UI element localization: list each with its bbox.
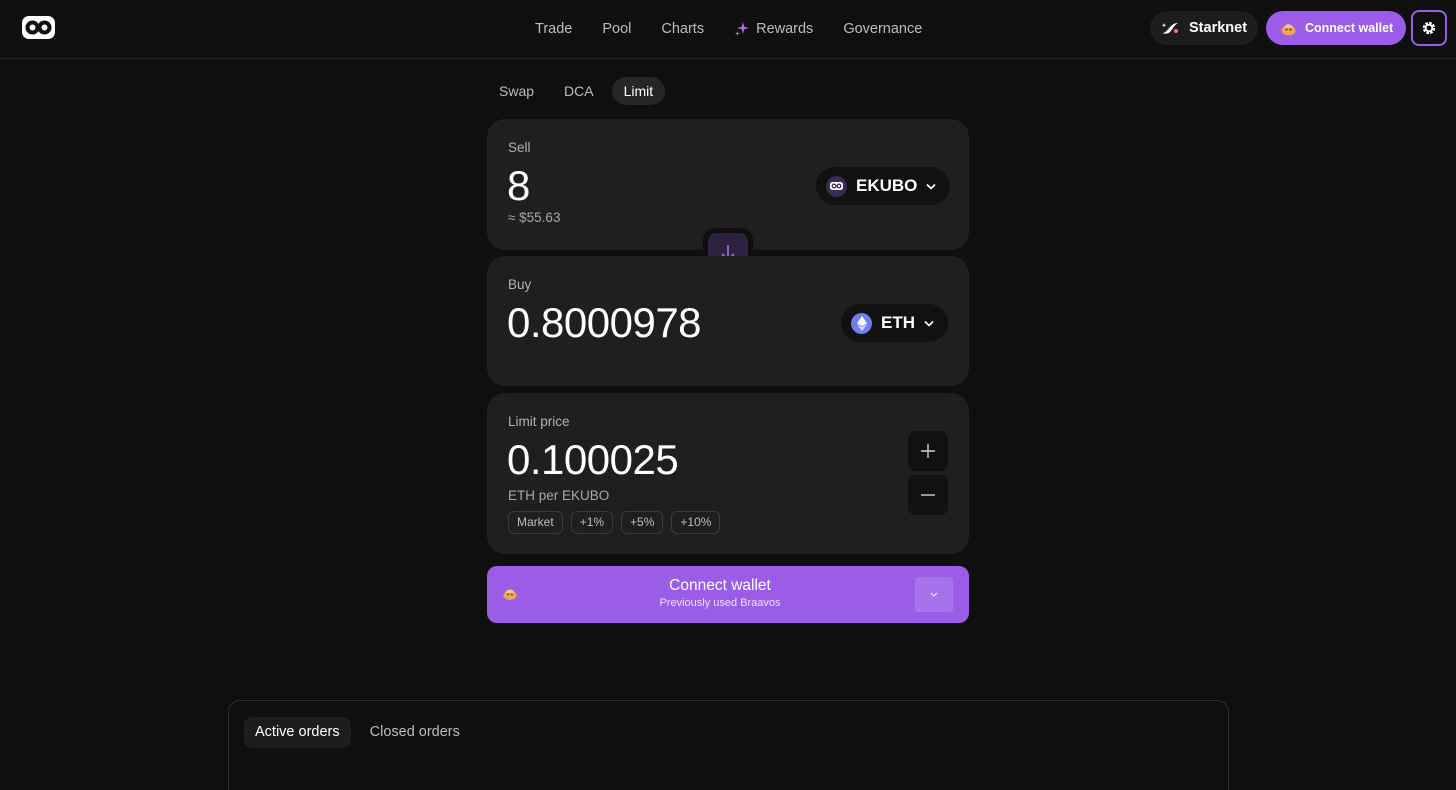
starknet-icon (1161, 23, 1178, 34)
network-label: Starknet (1189, 20, 1248, 36)
limit-price-card: Limit price 0.100025 ETH per EKUBO Marke… (487, 393, 969, 554)
nav-rewards-label: Rewards (756, 21, 814, 37)
buy-card: Buy 0.8000978 ETH (487, 256, 969, 386)
main-nav: Trade Pool Charts Rewards Governance (520, 0, 937, 58)
connect-wallet-label: Connect wallet (1305, 21, 1394, 35)
buy-token-label: ETH (881, 313, 915, 332)
nav-pool[interactable]: Pool (587, 21, 646, 37)
tab-limit[interactable]: Limit (611, 77, 666, 105)
buy-token-selector[interactable]: ETH (841, 304, 948, 342)
limit-price-label: Limit price (508, 414, 570, 429)
tab-swap[interactable]: Swap (487, 77, 546, 105)
network-selector[interactable]: Starknet (1150, 11, 1258, 45)
wallet-icon (1281, 24, 1296, 36)
preset-plus-10[interactable]: +10% (671, 511, 721, 534)
nav-governance[interactable]: Governance (828, 21, 937, 37)
nav-rewards[interactable]: Rewards (719, 21, 828, 37)
nav-charts-label: Charts (661, 21, 705, 37)
tab-active-orders[interactable]: Active orders (244, 717, 351, 748)
increase-price-button[interactable] (908, 431, 948, 471)
preset-market[interactable]: Market (508, 511, 563, 534)
limit-price-unit: ETH per EKUBO (508, 488, 610, 503)
settings-button[interactable] (1411, 10, 1447, 46)
limit-price-presets: Market +1% +5% +10% (508, 511, 721, 534)
logo-icon[interactable] (22, 16, 55, 39)
connect-wallet-button[interactable]: Connect wallet (1266, 11, 1406, 45)
orders-tabs: Active orders Closed orders (244, 717, 471, 748)
nav-governance-label: Governance (843, 21, 923, 37)
trade-mode-tabs: Swap DCA Limit (487, 77, 666, 105)
decrease-price-button[interactable] (908, 475, 948, 515)
nav-trade[interactable]: Trade (520, 21, 587, 37)
chevron-down-icon (930, 592, 938, 597)
wallet-options-dropdown[interactable] (915, 577, 953, 612)
cta-subtitle: Previously used Braavos (659, 597, 781, 609)
plus-icon (921, 444, 935, 458)
orders-panel: Active orders Closed orders (228, 700, 1229, 790)
chevron-down-icon (926, 183, 936, 190)
chevron-down-icon (924, 320, 934, 327)
nav-pool-label: Pool (602, 21, 632, 37)
gear-icon (1422, 21, 1436, 35)
limit-price-input[interactable]: 0.100025 (507, 436, 679, 484)
sell-label: Sell (508, 140, 531, 155)
sell-usd-value: ≈ $55.63 (508, 210, 561, 225)
preset-plus-5[interactable]: +5% (621, 511, 664, 534)
cta-title: Connect wallet (669, 577, 771, 594)
buy-amount-input[interactable]: 0.8000978 (507, 299, 702, 347)
sell-amount-input[interactable]: 8 (507, 162, 530, 210)
preset-plus-1[interactable]: +1% (570, 511, 614, 534)
top-nav-bar: Trade Pool Charts Rewards Governance Sta… (0, 0, 1456, 59)
minus-icon (921, 494, 935, 496)
sell-token-selector[interactable]: EKUBO (816, 167, 951, 205)
sell-token-label: EKUBO (856, 176, 918, 195)
connect-wallet-cta[interactable]: Connect wallet Previously used Braavos (487, 566, 969, 623)
buy-label: Buy (508, 277, 532, 292)
eth-icon (851, 312, 872, 334)
ekubo-icon (826, 175, 847, 197)
tab-dca[interactable]: DCA (552, 77, 606, 105)
nav-trade-label: Trade (535, 21, 573, 37)
sparkle-icon (735, 22, 750, 36)
nav-charts[interactable]: Charts (646, 21, 719, 37)
tab-closed-orders[interactable]: Closed orders (359, 717, 471, 748)
